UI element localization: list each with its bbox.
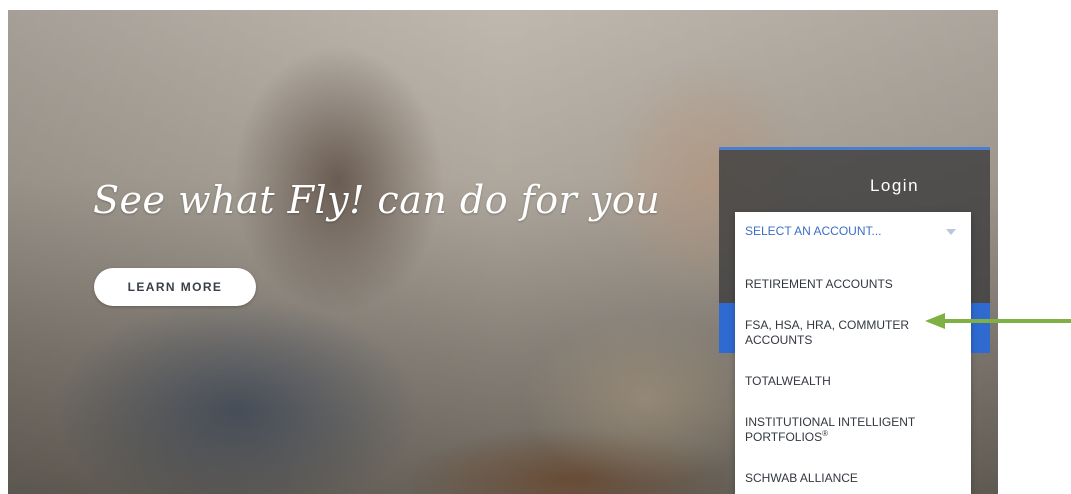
hero-headline: See what Fly! can do for you bbox=[93, 178, 661, 222]
account-select-value: SELECT AN ACCOUNT... bbox=[745, 224, 882, 238]
learn-more-button[interactable]: LEARN MORE bbox=[94, 268, 256, 306]
account-select[interactable]: SELECT AN ACCOUNT... bbox=[735, 212, 971, 250]
option-label: INSTITUTIONAL INTELLIGENT PORTFOLIOS bbox=[745, 415, 916, 444]
option-totalwealth[interactable]: TOTALWEALTH bbox=[735, 374, 971, 389]
account-dropdown[interactable]: SELECT AN ACCOUNT... RETIREMENT ACCOUNTS… bbox=[735, 212, 971, 494]
left-arrow-icon bbox=[925, 313, 1071, 329]
option-retirement-accounts[interactable]: RETIREMENT ACCOUNTS bbox=[735, 277, 971, 292]
chevron-down-icon[interactable] bbox=[946, 229, 956, 235]
option-institutional-intelligent-portfolios[interactable]: INSTITUTIONAL INTELLIGENT PORTFOLIOS® bbox=[735, 415, 971, 445]
login-title: Login bbox=[869, 176, 920, 195]
registered-mark: ® bbox=[822, 429, 829, 438]
option-schwab-alliance[interactable]: SCHWAB ALLIANCE bbox=[735, 471, 971, 486]
